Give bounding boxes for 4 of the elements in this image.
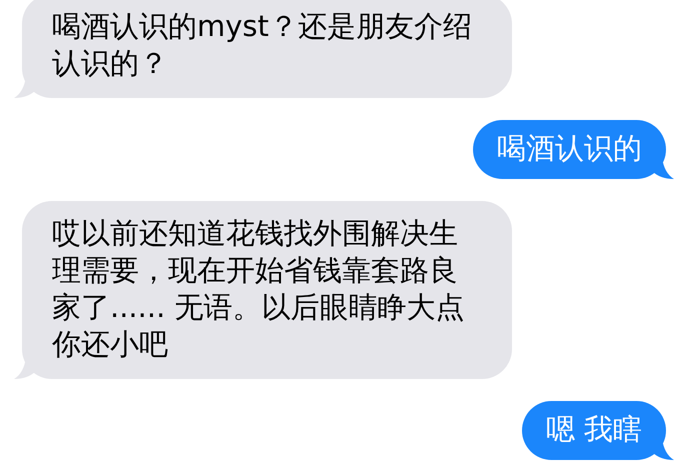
- message-bubble: 嗯 我瞎: [522, 401, 666, 460]
- message-bubble: 喝酒认识的myst？还是朋友介绍认识的？: [22, 0, 512, 98]
- message-bubble: 哎以前还知道花钱找外围解决生理需要，现在开始省钱靠套路良家了...... 无语。以后眼睛睁大点你还小吧: [22, 201, 512, 379]
- message-bubble: 喝酒认识的: [473, 120, 666, 179]
